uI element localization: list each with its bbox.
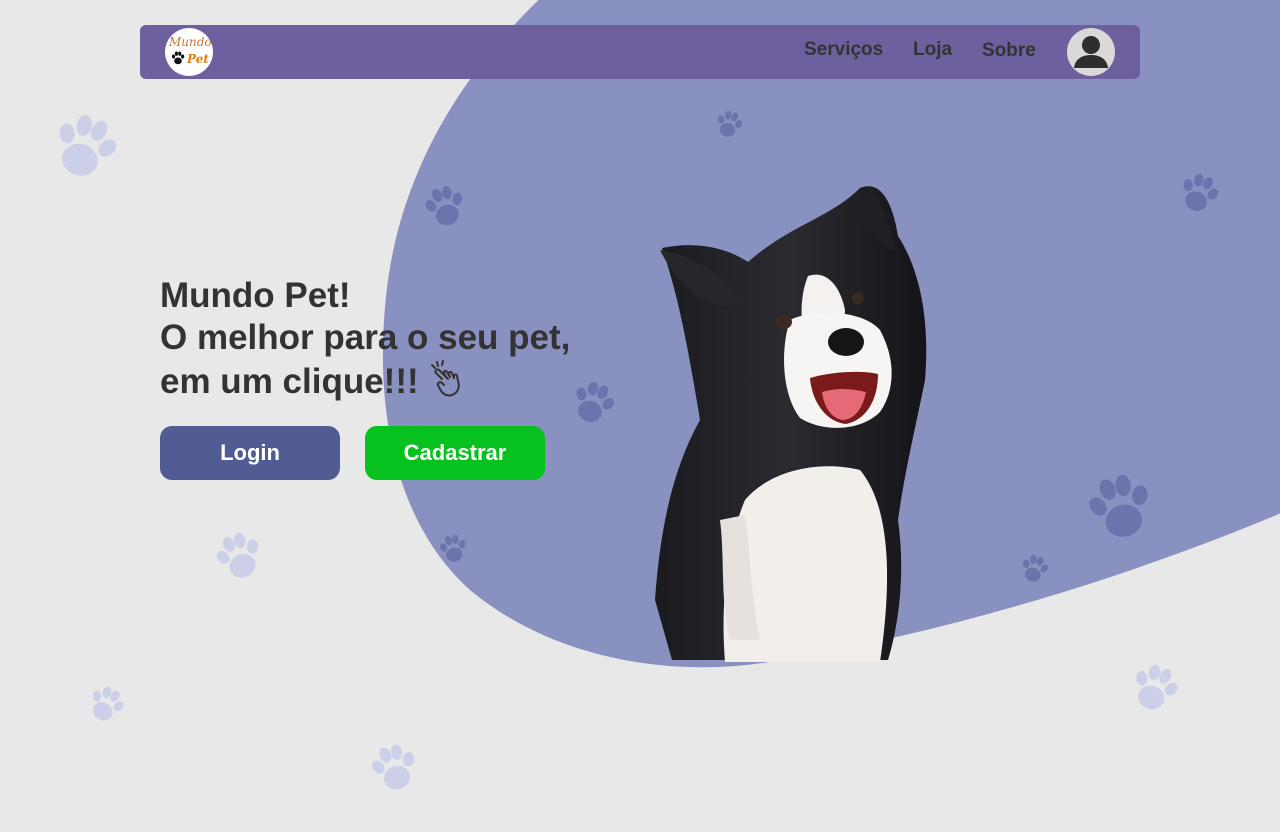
nav-link-sobre[interactable]: Sobre xyxy=(982,40,1036,62)
paw-icon xyxy=(171,51,185,65)
logo-text-pet: Pet xyxy=(187,52,209,66)
hero-line-3-text: em um clique!!! xyxy=(160,362,419,401)
login-button[interactable]: Login xyxy=(160,426,340,480)
nav-link-loja[interactable]: Loja xyxy=(913,39,952,61)
hero-line-2: O melhor para o seu pet, xyxy=(160,318,571,357)
background-art xyxy=(44,0,1280,795)
hero-headline: Mundo Pet! O melhor para o seu pet, em u… xyxy=(160,275,570,403)
nav-link-servicos[interactable]: Serviços xyxy=(804,39,883,61)
hero-line-1: Mundo Pet! xyxy=(160,276,351,315)
logo[interactable]: Mundo Pet xyxy=(165,28,213,76)
user-icon xyxy=(1074,36,1108,68)
signup-button[interactable]: Cadastrar xyxy=(365,426,545,480)
hero-line-3: em um clique!!! xyxy=(160,359,570,403)
logo-text-mundo: Mundo xyxy=(169,35,212,49)
user-avatar-button[interactable] xyxy=(1067,28,1115,76)
navbar: Mundo Pet Serviços Loja Sobre xyxy=(140,25,1140,79)
hand-pointer-icon xyxy=(431,360,461,397)
